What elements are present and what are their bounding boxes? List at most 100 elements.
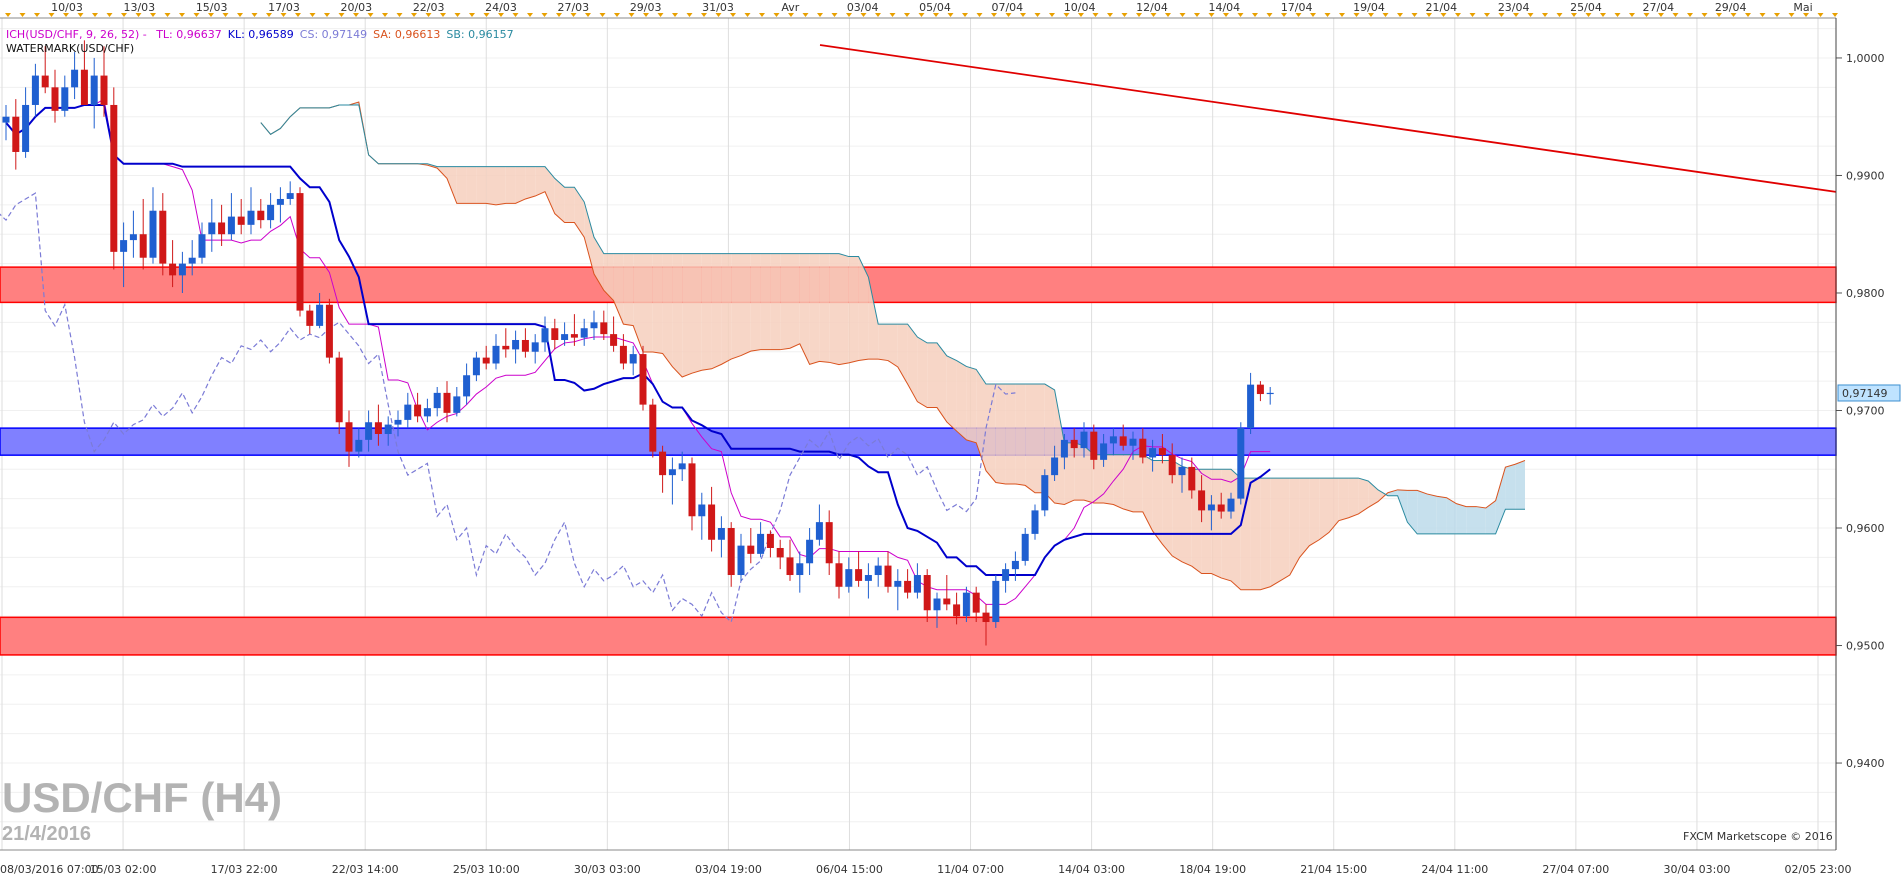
candle-bull <box>286 193 294 199</box>
candle-bull <box>933 598 941 611</box>
x-tick-label-top: 15/03 <box>196 1 228 14</box>
candle-bear <box>825 522 833 564</box>
candle-bull <box>815 522 823 540</box>
cloud-bear-segment <box>1005 384 1016 484</box>
candle-bull <box>188 257 196 264</box>
candle-bear <box>708 504 716 540</box>
candle-bull <box>472 357 480 376</box>
candle-bull <box>394 419 402 425</box>
cloud-bear-segment <box>750 253 761 352</box>
candle-bull <box>149 210 157 258</box>
candle-bear <box>972 592 980 613</box>
cloud-bear-segment <box>1025 384 1035 493</box>
y-tick-label: 0,9700 <box>1846 404 1885 417</box>
candle-bear <box>502 345 510 350</box>
candle-bear <box>306 310 314 326</box>
support-zone <box>0 616 1837 656</box>
candle-bear <box>345 422 353 452</box>
candle-bear <box>943 598 951 605</box>
cloud-bear-segment <box>1270 478 1280 587</box>
candle-bear <box>51 87 59 111</box>
candle-bull <box>541 328 549 343</box>
candle-bull <box>678 463 686 470</box>
candle-bull <box>1011 560 1019 570</box>
candle-bear <box>521 339 529 352</box>
cloud-bear-segment <box>535 166 545 197</box>
candle-bear <box>80 69 88 105</box>
x-tick-label-bottom: 30/03 03:00 <box>574 863 641 876</box>
candle-bear <box>325 304 333 358</box>
x-tick-label-bottom: 27/04 07:00 <box>1542 863 1609 876</box>
x-tick-label-top: 12/04 <box>1136 1 1168 14</box>
candle-bear <box>296 193 304 311</box>
candle-bear <box>727 528 735 576</box>
indicator-watermark-label: WATERMARK(USD/CHF) <box>6 42 134 55</box>
cloud-bear-segment <box>1260 478 1271 590</box>
candle-bull <box>1051 457 1059 476</box>
cloud-bear-segment <box>917 337 928 408</box>
candle-bull <box>1100 443 1108 460</box>
x-tick-label-bottom: 24/04 11:00 <box>1421 863 1488 876</box>
x-tick-label-bottom: 08/03/2016 07:00 <box>0 863 99 876</box>
cloud-bear-segment <box>741 253 751 356</box>
candle-bear <box>786 557 794 576</box>
cloud-bear-segment <box>848 256 859 363</box>
x-tick-label-top: 17/04 <box>1281 1 1313 14</box>
cloud-bear-segment <box>1103 454 1114 505</box>
cloud-bear-segment <box>1319 478 1329 540</box>
indicator-legend-part: CS: 0,97149 <box>300 28 367 41</box>
cloud-bear-segment <box>525 166 536 199</box>
candle-bull <box>1021 533 1029 561</box>
cloud-bear-segment <box>780 253 790 350</box>
cloud-bear-segment <box>809 253 820 365</box>
candle-bull <box>71 69 79 88</box>
candle-bull <box>433 392 441 409</box>
candle-bull <box>267 204 275 221</box>
candle-bull <box>1129 438 1137 446</box>
candle-bear <box>414 404 422 417</box>
candle-bull <box>247 210 255 225</box>
x-tick-label-top: 19/04 <box>1353 1 1385 14</box>
candle-bull <box>698 504 706 517</box>
candle-bear <box>884 565 892 587</box>
candle-bear <box>482 357 490 364</box>
cloud-bear-segment <box>1172 460 1182 562</box>
candle-bear <box>1188 466 1196 491</box>
x-tick-label-top: 29/03 <box>630 1 662 14</box>
y-tick-label: 1,0000 <box>1846 52 1885 65</box>
candle-bear <box>1090 431 1098 460</box>
candle-bull <box>463 375 471 397</box>
candle-bear <box>1119 436 1127 446</box>
candle-bear <box>1070 439 1078 449</box>
cloud-bear-segment <box>505 166 516 204</box>
candle-bull <box>580 328 588 338</box>
candle-bull <box>276 198 284 205</box>
cloud-bear-segment <box>1123 454 1133 512</box>
cloud-bear-segment <box>790 253 800 349</box>
candle-bear <box>139 234 147 258</box>
candle-bear <box>659 451 667 476</box>
cloud-bull-segment <box>1456 503 1467 534</box>
candle-bear <box>218 222 226 235</box>
y-tick-label: 0,9400 <box>1846 757 1885 770</box>
x-tick-label-top: 22/03 <box>413 1 445 14</box>
chart-container: 1,0000 0,9900 0,9800 0,9700 0,9600 0,9500 0,94… <box>0 0 1903 878</box>
cloud-bear-segment <box>456 166 467 204</box>
candle-bear <box>1198 490 1206 511</box>
candle-bull <box>845 569 853 587</box>
indicator-legend-part: KL: 0,96589 <box>228 28 294 41</box>
candle-bull <box>864 575 872 581</box>
candle-bear <box>374 422 382 434</box>
x-tick-label-top: 10/04 <box>1064 1 1096 14</box>
indicator-legend-part: SA: 0,96613 <box>373 28 440 41</box>
candle-bull <box>22 104 30 152</box>
cloud-bear-segment <box>839 253 849 365</box>
candle-bull <box>590 322 598 329</box>
cloud-bear-segment <box>986 384 996 483</box>
candle-bull <box>1178 466 1186 476</box>
candle-bear <box>982 612 990 623</box>
x-tick-label-bottom: 02/05 23:00 <box>1785 863 1852 876</box>
x-tick-label-top: 21/04 <box>1425 1 1457 14</box>
pivot-zone <box>0 427 1837 456</box>
candle-bull <box>629 354 637 364</box>
